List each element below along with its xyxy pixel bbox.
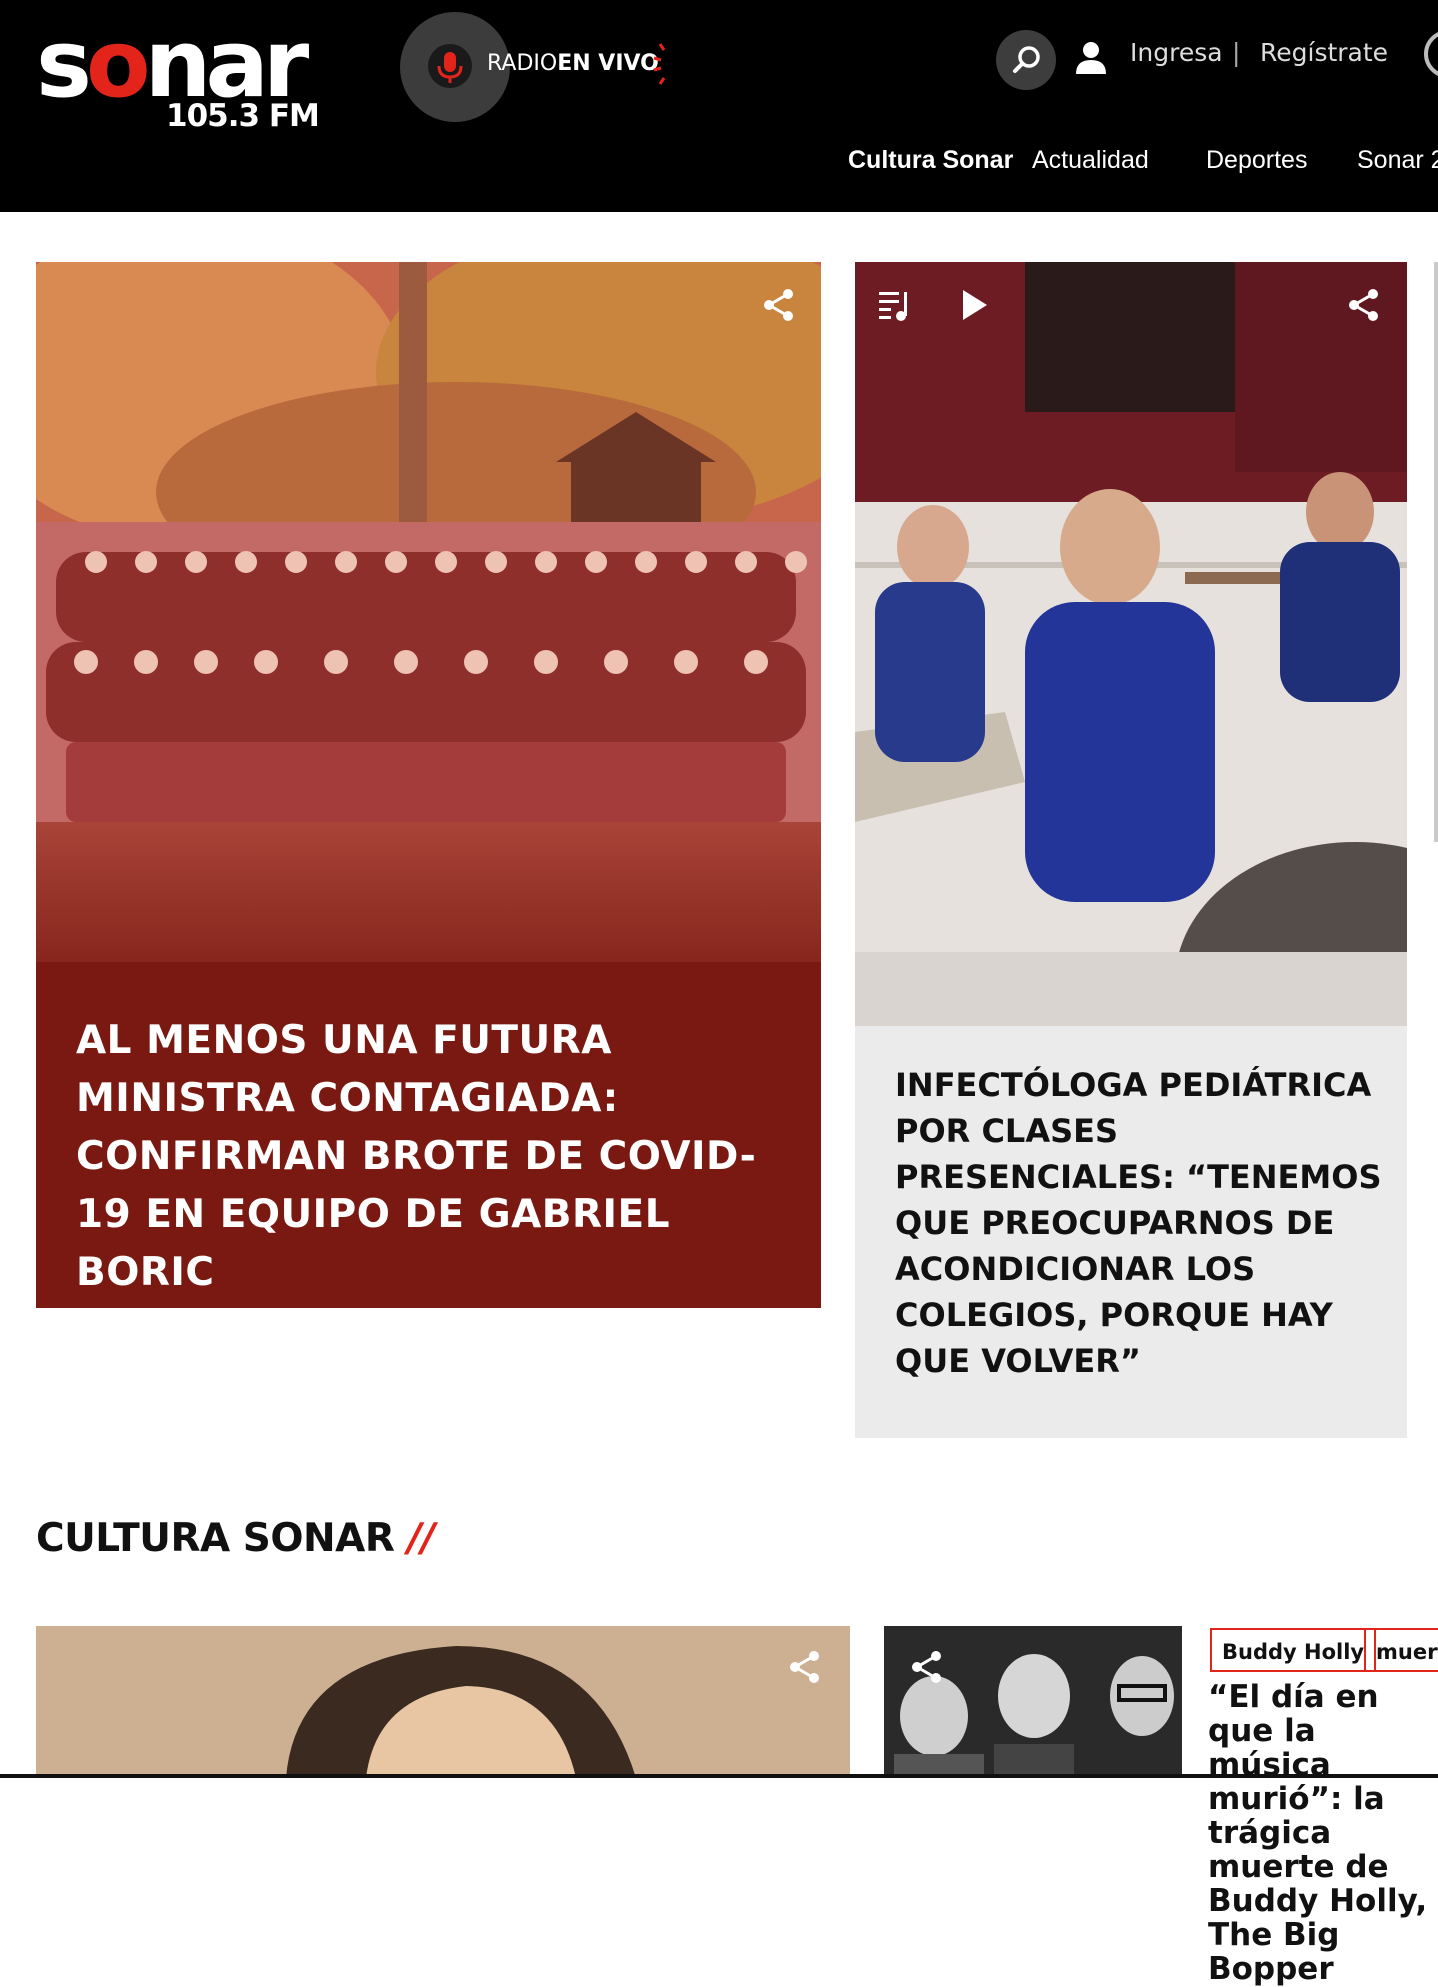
site-header: sonar 105.3 FM RADIOEN VIVO Ingresa | Re…: [0, 0, 1438, 212]
live-radio-label[interactable]: RADIOEN VIVO: [487, 51, 659, 76]
culture-card-2-title[interactable]: “El día en que la música murió”: la trág…: [1208, 1680, 1438, 1986]
login-divider: |: [1232, 38, 1241, 67]
featured-image-fade: [36, 822, 821, 1022]
site-logo[interactable]: sonar 105.3 FM: [36, 18, 336, 138]
register-link[interactable]: Regístrate: [1260, 38, 1388, 67]
tag-buddy-holly[interactable]: Buddy Holly: [1210, 1628, 1377, 1672]
share-icon[interactable]: [1345, 286, 1383, 324]
search-button[interactable]: [996, 30, 1056, 90]
logo-frequency: 105.3 FM: [166, 98, 320, 134]
featured-card-1[interactable]: Al menos una futura ministra contagiada:…: [36, 262, 821, 1308]
microphone-icon: [428, 44, 472, 88]
section-title[interactable]: CULTURA SONAR //: [36, 1516, 435, 1561]
featured-card-2[interactable]: Infectóloga pediátrica por clases presen…: [855, 262, 1407, 1438]
play-icon[interactable]: [955, 286, 993, 324]
header-edge-icon[interactable]: [1424, 30, 1438, 78]
login-link[interactable]: Ingresa: [1130, 38, 1223, 67]
featured-title-1[interactable]: Al menos una futura ministra contagiada:…: [76, 1012, 796, 1302]
next-card-edge: [1434, 262, 1438, 842]
share-icon[interactable]: [908, 1648, 946, 1686]
featured-image-classroom: [855, 262, 1407, 1026]
culture-card-2-image[interactable]: [884, 1626, 1182, 1778]
live-signal-icon: [653, 43, 666, 85]
user-icon[interactable]: [1074, 40, 1108, 76]
share-icon[interactable]: [786, 1648, 824, 1686]
share-icon[interactable]: [760, 286, 798, 324]
nav-actualidad[interactable]: Actualidad: [1032, 146, 1149, 175]
featured-title-2[interactable]: Infectóloga pediátrica por clases presen…: [895, 1062, 1385, 1384]
bottom-bar: [0, 1774, 1438, 1778]
tag-muerte[interactable]: muerte: [1364, 1628, 1438, 1672]
search-icon: [1013, 46, 1040, 73]
culture-card-1[interactable]: [36, 1626, 850, 1778]
nav-deportes[interactable]: Deportes: [1206, 146, 1307, 175]
nav-sonar-2[interactable]: Sonar 2: [1357, 146, 1438, 175]
culture-image-portrait: [36, 1626, 850, 1778]
playlist-icon[interactable]: [877, 286, 915, 324]
nav-cultura-sonar[interactable]: Cultura Sonar: [848, 146, 1013, 175]
